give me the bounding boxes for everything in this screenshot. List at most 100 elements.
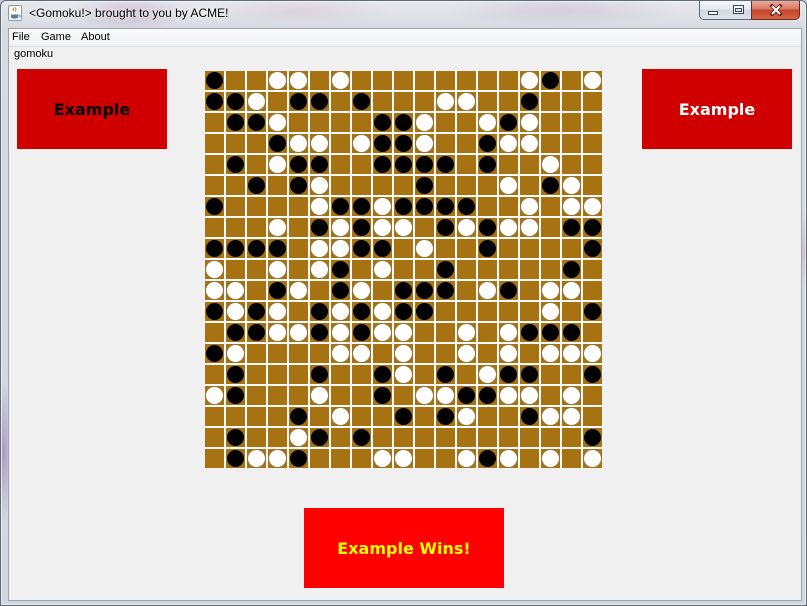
board-cell[interactable] bbox=[436, 386, 455, 405]
board-cell[interactable] bbox=[226, 134, 245, 153]
board-cell[interactable] bbox=[541, 92, 560, 111]
board-cell[interactable] bbox=[583, 113, 602, 132]
board-cell[interactable] bbox=[541, 71, 560, 90]
board-cell[interactable] bbox=[436, 365, 455, 384]
board-cell[interactable] bbox=[541, 155, 560, 174]
board-cell[interactable] bbox=[583, 218, 602, 237]
board-cell[interactable] bbox=[331, 92, 350, 111]
board-cell[interactable] bbox=[562, 302, 581, 321]
board-cell[interactable] bbox=[415, 365, 434, 384]
board-cell[interactable] bbox=[247, 71, 266, 90]
board-cell[interactable] bbox=[562, 323, 581, 342]
board-cell[interactable] bbox=[289, 449, 308, 468]
board-cell[interactable] bbox=[457, 92, 476, 111]
board-cell[interactable] bbox=[331, 218, 350, 237]
board-cell[interactable] bbox=[457, 323, 476, 342]
board-cell[interactable] bbox=[499, 281, 518, 300]
board-cell[interactable] bbox=[205, 134, 224, 153]
board-cell[interactable] bbox=[268, 281, 287, 300]
board-cell[interactable] bbox=[331, 176, 350, 195]
board-cell[interactable] bbox=[373, 365, 392, 384]
board-cell[interactable] bbox=[436, 407, 455, 426]
board-cell[interactable] bbox=[583, 344, 602, 363]
board-cell[interactable] bbox=[226, 155, 245, 174]
board-cell[interactable] bbox=[352, 365, 371, 384]
board-cell[interactable] bbox=[394, 176, 413, 195]
board-cell[interactable] bbox=[268, 155, 287, 174]
board-cell[interactable] bbox=[478, 407, 497, 426]
board-cell[interactable] bbox=[352, 218, 371, 237]
board-cell[interactable] bbox=[436, 344, 455, 363]
board-cell[interactable] bbox=[457, 71, 476, 90]
board-cell[interactable] bbox=[583, 386, 602, 405]
board-cell[interactable] bbox=[331, 239, 350, 258]
board-cell[interactable] bbox=[226, 428, 245, 447]
board-cell[interactable] bbox=[352, 428, 371, 447]
board-cell[interactable] bbox=[583, 197, 602, 216]
minimize-button[interactable] bbox=[699, 1, 726, 20]
board-cell[interactable] bbox=[331, 134, 350, 153]
board-cell[interactable] bbox=[205, 323, 224, 342]
board-cell[interactable] bbox=[205, 176, 224, 195]
board-cell[interactable] bbox=[436, 239, 455, 258]
board-cell[interactable] bbox=[310, 386, 329, 405]
board-cell[interactable] bbox=[436, 71, 455, 90]
board-cell[interactable] bbox=[457, 281, 476, 300]
board-cell[interactable] bbox=[541, 365, 560, 384]
board-cell[interactable] bbox=[436, 281, 455, 300]
board-cell[interactable] bbox=[457, 407, 476, 426]
board-cell[interactable] bbox=[436, 176, 455, 195]
board-cell[interactable] bbox=[478, 134, 497, 153]
board-cell[interactable] bbox=[205, 71, 224, 90]
board-cell[interactable] bbox=[373, 281, 392, 300]
board-cell[interactable] bbox=[373, 428, 392, 447]
board-cell[interactable] bbox=[268, 239, 287, 258]
board-cell[interactable] bbox=[310, 218, 329, 237]
board-cell[interactable] bbox=[268, 449, 287, 468]
board-cell[interactable] bbox=[478, 92, 497, 111]
board-cell[interactable] bbox=[562, 155, 581, 174]
board-cell[interactable] bbox=[373, 155, 392, 174]
board-cell[interactable] bbox=[499, 92, 518, 111]
board-cell[interactable] bbox=[394, 113, 413, 132]
board-cell[interactable] bbox=[520, 155, 539, 174]
board-cell[interactable] bbox=[457, 344, 476, 363]
board-cell[interactable] bbox=[520, 344, 539, 363]
board-cell[interactable] bbox=[394, 218, 413, 237]
board-cell[interactable] bbox=[394, 428, 413, 447]
board-cell[interactable] bbox=[289, 155, 308, 174]
board-cell[interactable] bbox=[583, 92, 602, 111]
board-cell[interactable] bbox=[457, 302, 476, 321]
board-cell[interactable] bbox=[289, 407, 308, 426]
board-cell[interactable] bbox=[289, 197, 308, 216]
board-cell[interactable] bbox=[247, 92, 266, 111]
board-cell[interactable] bbox=[478, 386, 497, 405]
board-cell[interactable] bbox=[415, 218, 434, 237]
board-cell[interactable] bbox=[247, 155, 266, 174]
board-cell[interactable] bbox=[226, 386, 245, 405]
board-cell[interactable] bbox=[457, 134, 476, 153]
board-cell[interactable] bbox=[331, 386, 350, 405]
board-cell[interactable] bbox=[331, 344, 350, 363]
board-cell[interactable] bbox=[541, 134, 560, 153]
board-cell[interactable] bbox=[562, 281, 581, 300]
board-cell[interactable] bbox=[583, 428, 602, 447]
board-cell[interactable] bbox=[226, 92, 245, 111]
board-cell[interactable] bbox=[331, 260, 350, 279]
board-cell[interactable] bbox=[352, 113, 371, 132]
board-cell[interactable] bbox=[562, 134, 581, 153]
board-cell[interactable] bbox=[520, 407, 539, 426]
board-cell[interactable] bbox=[289, 134, 308, 153]
board-cell[interactable] bbox=[352, 386, 371, 405]
board-cell[interactable] bbox=[205, 197, 224, 216]
board-cell[interactable] bbox=[268, 218, 287, 237]
board-cell[interactable] bbox=[583, 449, 602, 468]
board-cell[interactable] bbox=[499, 71, 518, 90]
board-cell[interactable] bbox=[415, 344, 434, 363]
board-cell[interactable] bbox=[520, 449, 539, 468]
board-cell[interactable] bbox=[478, 260, 497, 279]
board-cell[interactable] bbox=[310, 344, 329, 363]
board-cell[interactable] bbox=[520, 386, 539, 405]
board-cell[interactable] bbox=[394, 449, 413, 468]
board-cell[interactable] bbox=[310, 197, 329, 216]
